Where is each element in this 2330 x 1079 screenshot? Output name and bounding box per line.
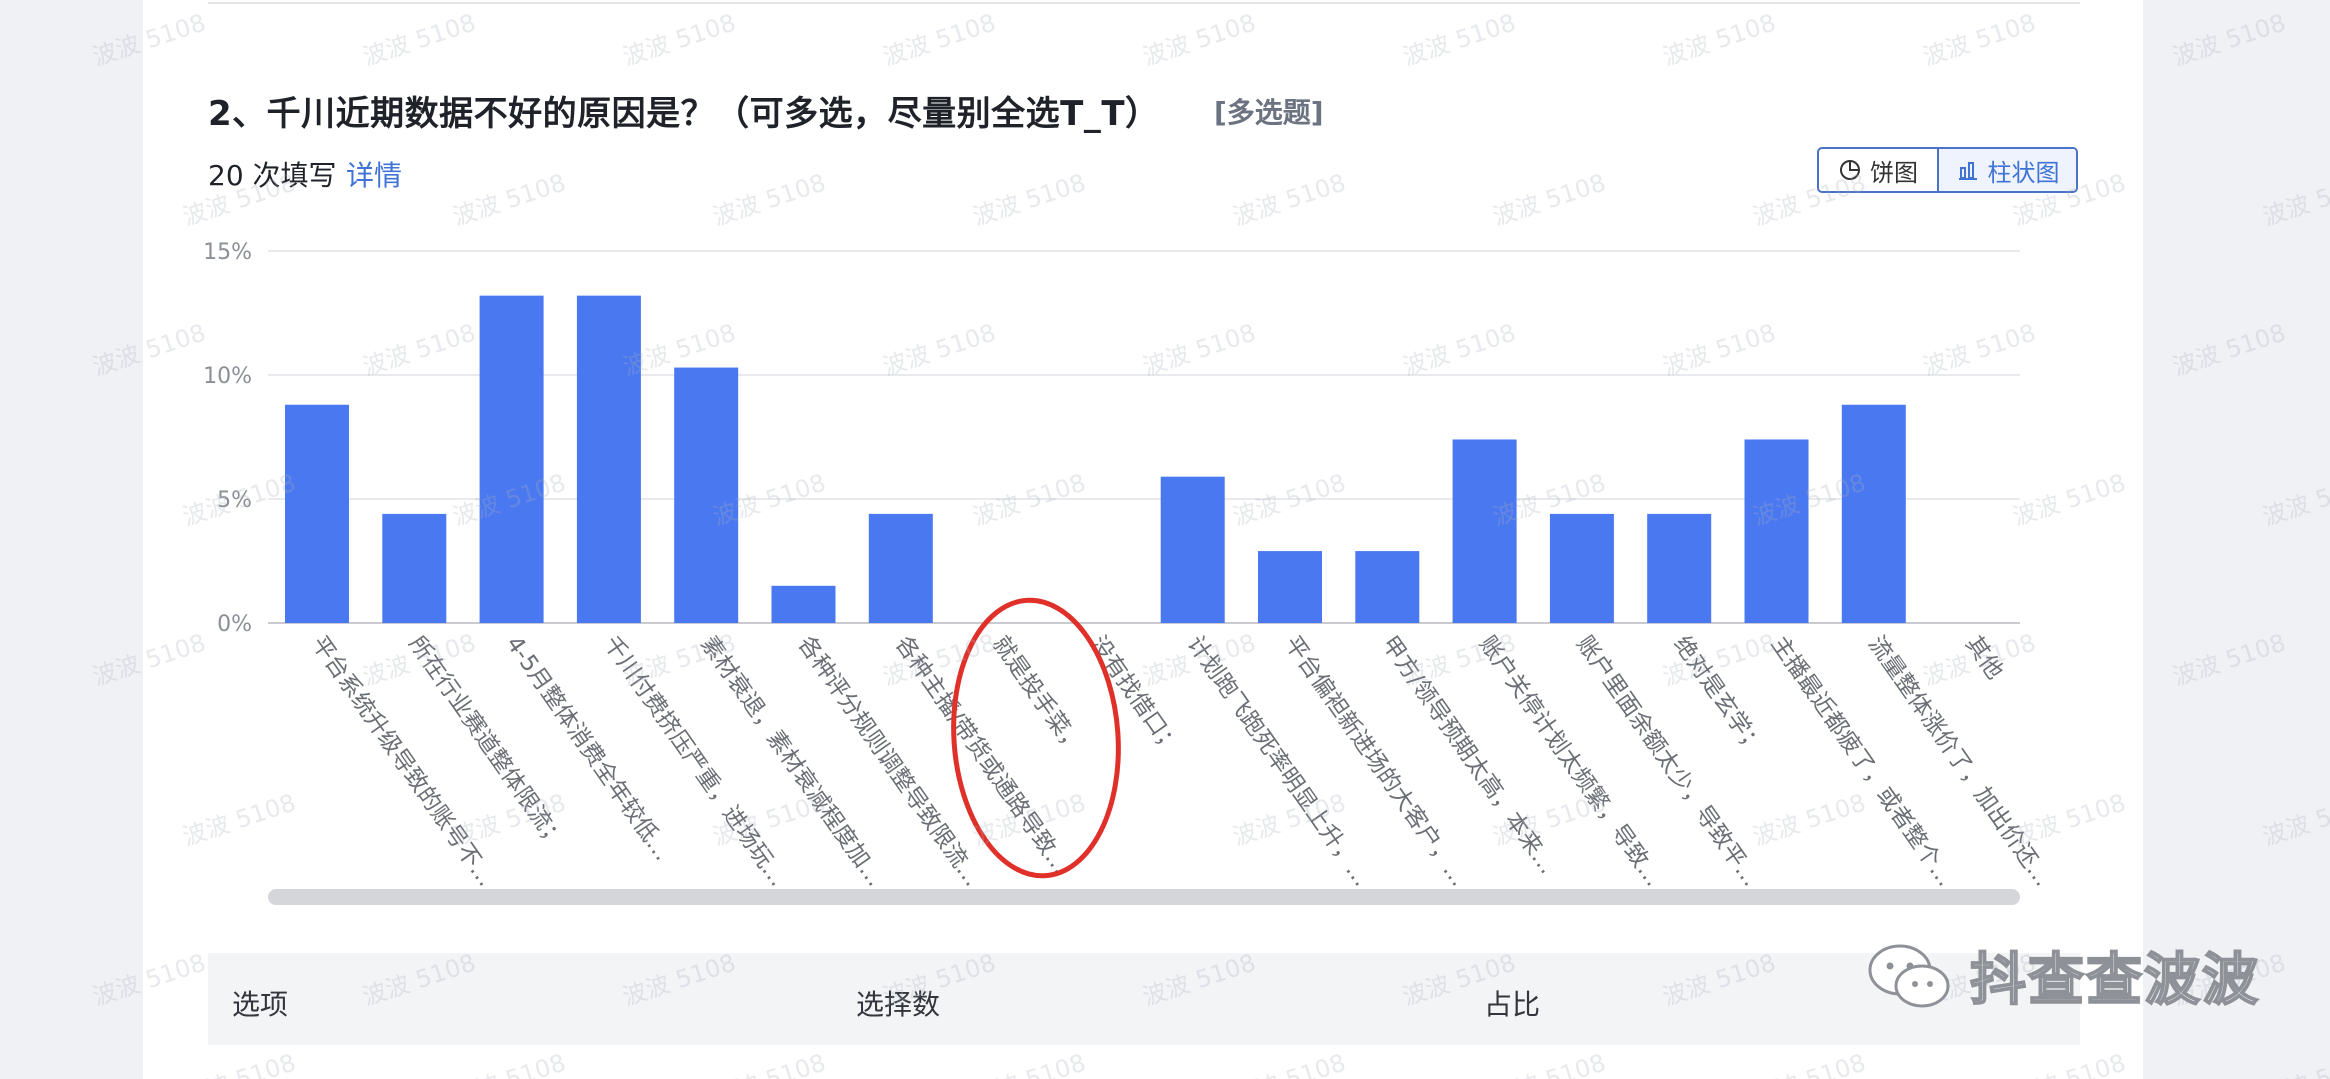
x-category-label: 4-5月整体消费全年较低… xyxy=(501,632,676,866)
bar[interactable] xyxy=(1452,439,1517,623)
x-category-label: 计划跑飞跑死率明显上升，… xyxy=(1182,632,1375,892)
x-category-label: 素材衰退，素材衰减程度加… xyxy=(695,632,888,892)
bar[interactable] xyxy=(1258,551,1322,623)
table-header: 选项 选择数 占比 xyxy=(208,953,2080,1045)
table-header-count: 选择数 xyxy=(856,988,941,1021)
bar[interactable] xyxy=(479,295,544,623)
wechat-icon xyxy=(1868,944,1950,1007)
x-category-label: 就是投手菜， xyxy=(987,632,1087,760)
bar[interactable] xyxy=(576,295,641,623)
brand-overlay: 抖查查波波 xyxy=(1860,935,2260,1016)
bar[interactable] xyxy=(1549,513,1614,623)
table-header-percent: 占比 xyxy=(1484,988,1541,1021)
x-category-label: 甲方/领导预期太高，本来… xyxy=(1376,632,1560,879)
x-category-label: 各种主播/带货或通路导致… xyxy=(890,632,1074,879)
bar[interactable] xyxy=(1160,476,1225,623)
x-category-label: 账户里面余额太少，导致平… xyxy=(1571,632,1764,892)
table-header-option: 选项 xyxy=(232,988,289,1021)
x-category-label: 平台系统升级导致的账号不… xyxy=(306,632,499,892)
y-tick-label: 15% xyxy=(203,240,252,265)
x-category-label: 没有找借口； xyxy=(1084,632,1184,760)
bar[interactable] xyxy=(1647,513,1712,623)
brand-name: 抖查查波波 xyxy=(1969,947,2260,1014)
bar[interactable] xyxy=(1841,404,1906,623)
bar-chart: 0%5%10%15%平台系统升级导致的账号不…所在行业赛道整体限流；4-5月整体… xyxy=(203,240,2056,892)
chart-horizontal-scrollbar[interactable] xyxy=(268,889,2020,905)
bar[interactable] xyxy=(1355,551,1420,623)
bar[interactable] xyxy=(674,367,739,623)
x-category-label: 其他 xyxy=(1960,632,2008,685)
bar[interactable] xyxy=(1744,439,1809,623)
x-category-label: 主播最近都疲了，或者整个… xyxy=(1766,632,1959,892)
bar[interactable] xyxy=(382,513,447,623)
y-tick-label: 5% xyxy=(217,488,252,513)
y-tick-label: 10% xyxy=(203,364,252,389)
y-tick-label: 0% xyxy=(217,612,252,637)
x-category-label: 千川付费挤压严重，进场玩… xyxy=(598,632,791,892)
x-category-label: 流量整体涨价了，加出价还… xyxy=(1863,632,2056,892)
x-category-label: 绝对是玄学； xyxy=(1668,632,1768,760)
bar[interactable] xyxy=(868,513,933,623)
bar[interactable] xyxy=(285,404,349,623)
x-category-label: 平台偏袒新进场的大客户，… xyxy=(1279,632,1472,892)
bar[interactable] xyxy=(771,585,836,623)
x-category-label: 账户关停计划太频繁，导致… xyxy=(1474,632,1667,892)
